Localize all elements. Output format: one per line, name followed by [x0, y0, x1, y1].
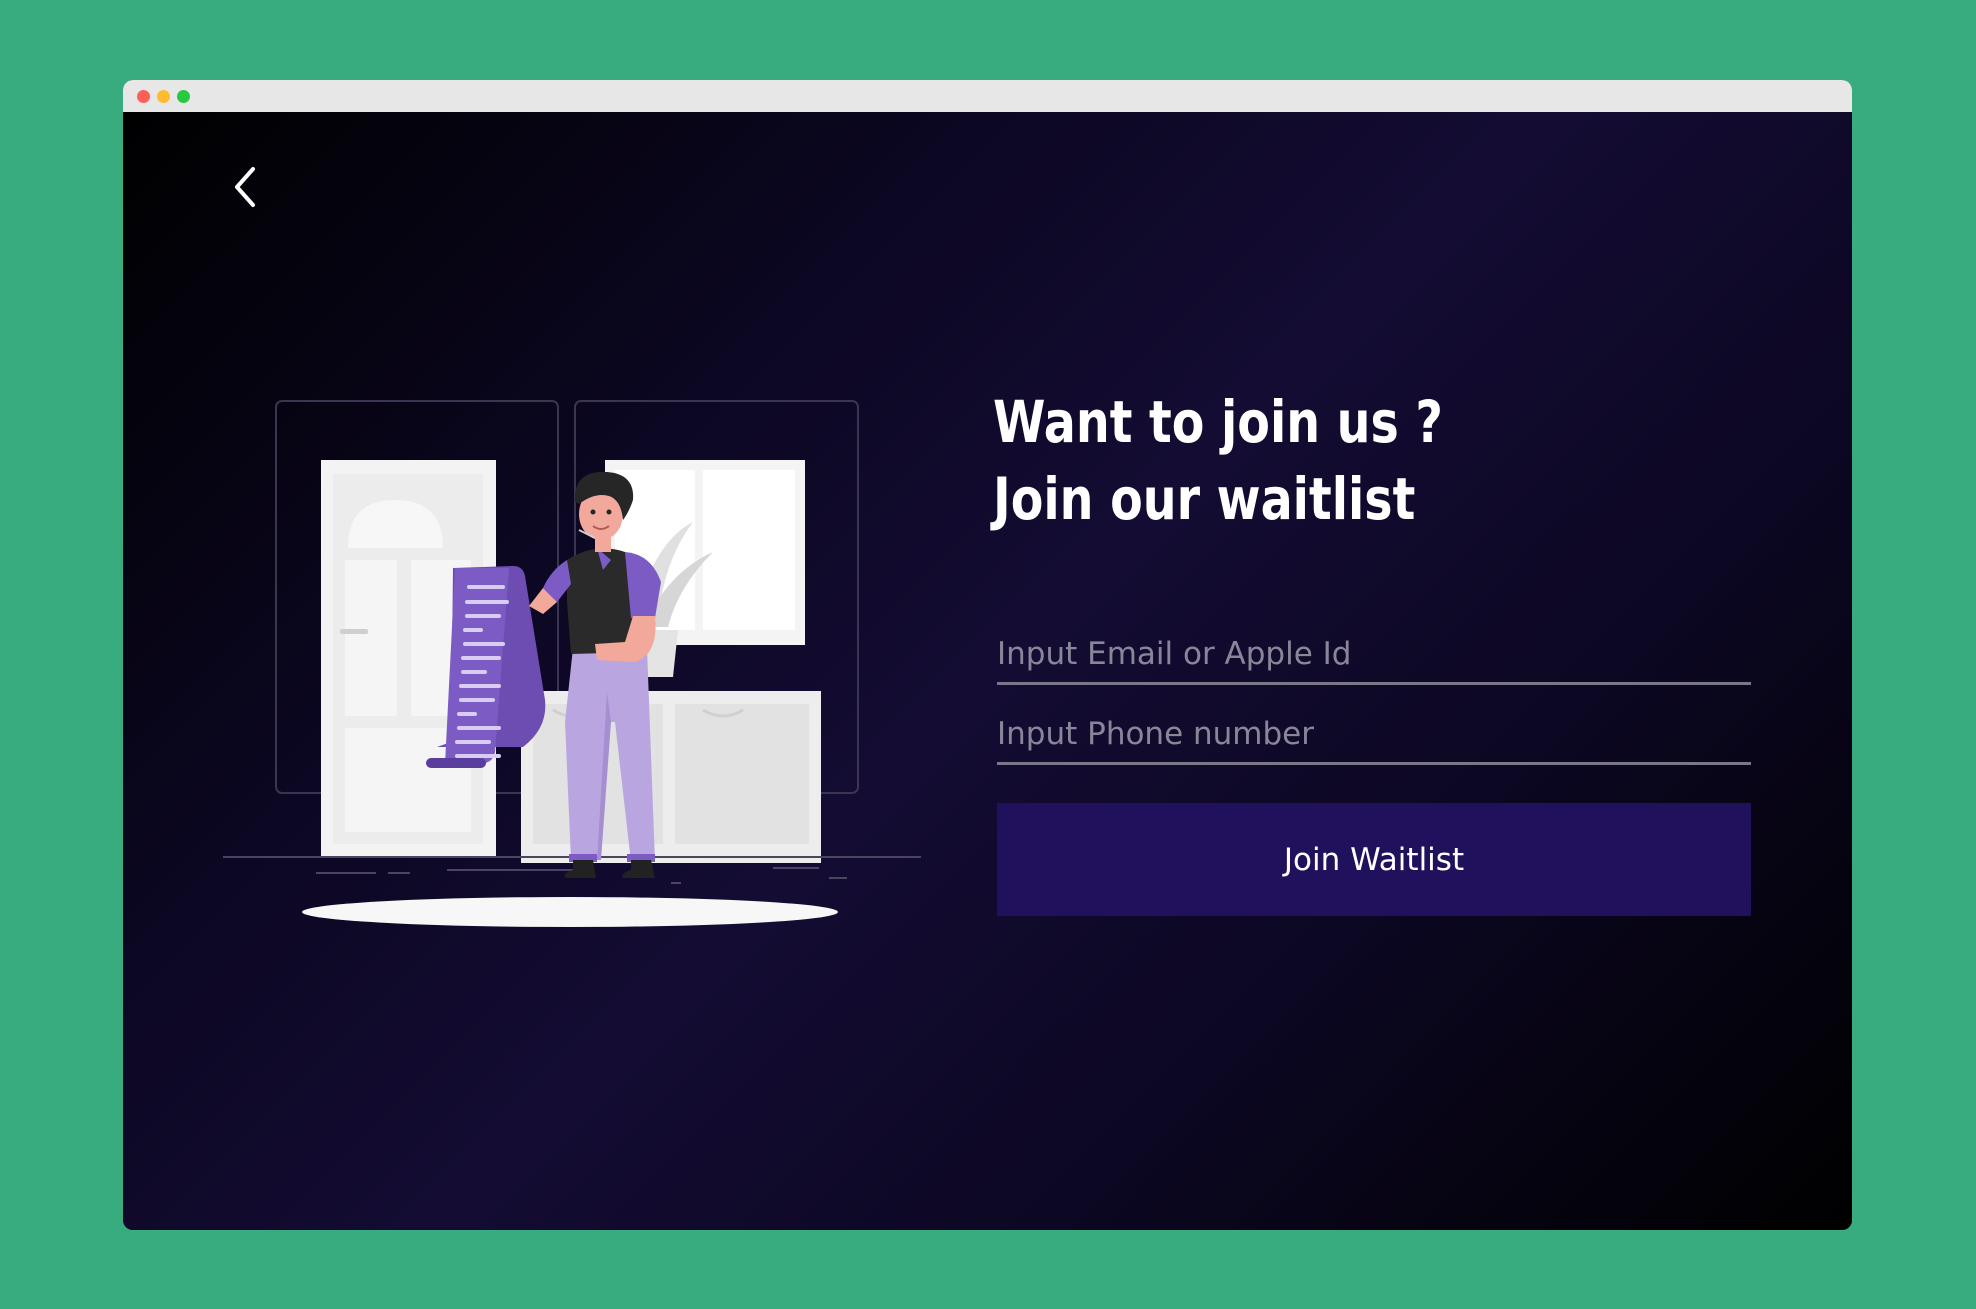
join-waitlist-button[interactable]: Join Waitlist — [997, 803, 1751, 916]
browser-window: Want to join us ? Join our waitlist Join… — [123, 80, 1852, 1230]
email-input[interactable] — [997, 626, 1751, 682]
title-line-1: Want to join us ? — [993, 388, 1443, 456]
phone-field-wrapper — [997, 706, 1751, 765]
phone-input[interactable] — [997, 706, 1751, 762]
email-field-wrapper — [997, 626, 1751, 685]
minimize-window-button[interactable] — [157, 90, 170, 103]
chevron-left-icon — [235, 167, 255, 207]
waitlist-illustration — [223, 400, 921, 927]
window-titlebar — [123, 80, 1852, 112]
page-viewport: Want to join us ? Join our waitlist Join… — [123, 112, 1852, 1230]
page-title: Want to join us ? Join our waitlist — [993, 384, 1443, 538]
close-window-button[interactable] — [137, 90, 150, 103]
maximize-window-button[interactable] — [177, 90, 190, 103]
back-button[interactable] — [223, 162, 267, 212]
title-line-2: Join our waitlist — [993, 465, 1416, 533]
